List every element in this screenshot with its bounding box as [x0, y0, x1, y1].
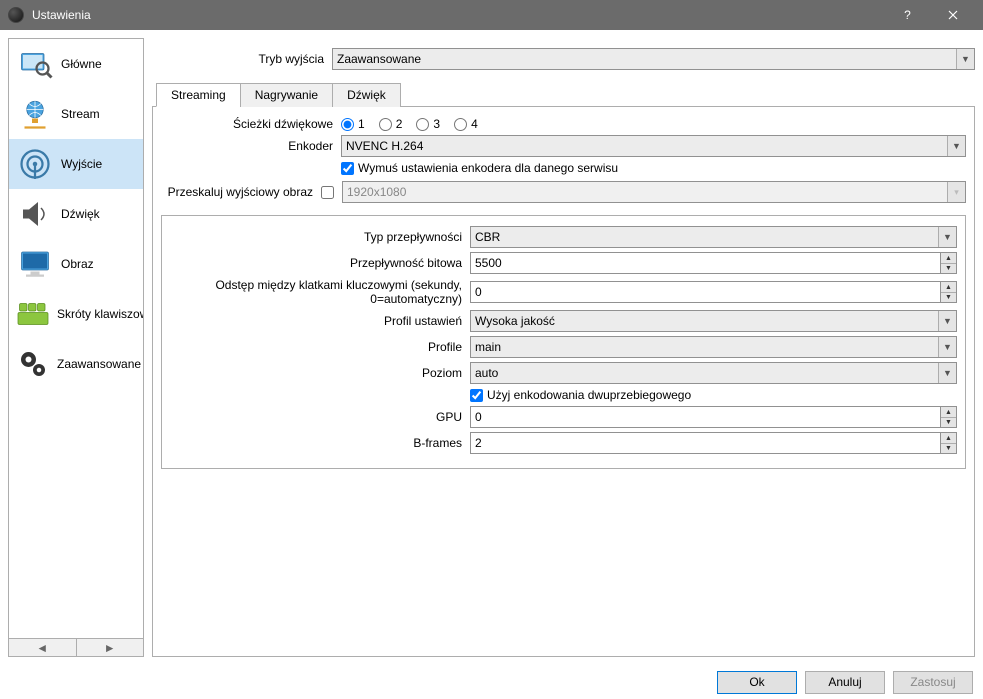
settings-sidebar: Główne Stream Wyjście Dźwięk — [8, 38, 144, 639]
twopass-label: Użyj enkodowania dwuprzebiegowego — [487, 388, 691, 402]
titlebar: Ustawienia ? — [0, 0, 983, 30]
level-label: Poziom — [170, 366, 470, 380]
chevron-down-icon[interactable]: ▼ — [956, 49, 974, 69]
apply-button[interactable]: Zastosuj — [893, 671, 973, 694]
chevron-down-icon[interactable]: ▼ — [938, 311, 956, 331]
spin-up[interactable]: ▲ — [941, 253, 956, 264]
bframes-spinbox[interactable]: ▲▼ — [470, 432, 957, 454]
encoder-label: Enkoder — [161, 139, 341, 153]
enforce-encoder-label: Wymuś ustawienia enkodera dla danego ser… — [358, 161, 618, 175]
spin-up[interactable]: ▲ — [941, 407, 956, 418]
audio-track-1[interactable]: 1 — [341, 117, 365, 131]
spin-up[interactable]: ▲ — [941, 282, 956, 293]
sidebar-item-audio[interactable]: Dźwięk — [9, 189, 143, 239]
chevron-down-icon[interactable]: ▼ — [938, 337, 956, 357]
keyint-input[interactable] — [470, 281, 941, 303]
audio-track-3[interactable]: 3 — [416, 117, 440, 131]
broadcast-icon — [15, 144, 55, 184]
bitrate-spinbox[interactable]: ▲▼ — [470, 252, 957, 274]
sidebar-item-label: Główne — [61, 57, 102, 71]
audio-tracks-group: 1 2 3 4 — [341, 117, 478, 131]
close-icon — [948, 10, 958, 20]
cancel-button[interactable]: Anuluj — [805, 671, 885, 694]
sidebar-scrollbar: ◄ ► — [8, 639, 144, 657]
output-mode-label: Tryb wyjścia — [152, 52, 332, 66]
audio-track-4[interactable]: 4 — [454, 117, 478, 131]
sidebar-item-video[interactable]: Obraz — [9, 239, 143, 289]
spin-down[interactable]: ▼ — [941, 418, 956, 428]
preset-label: Profil ustawień — [170, 314, 470, 328]
gpu-spinbox[interactable]: ▲▼ — [470, 406, 957, 428]
sidebar-item-label: Wyjście — [61, 157, 102, 171]
audio-track-2[interactable]: 2 — [379, 117, 403, 131]
rate-control-label: Typ przepływności — [170, 230, 470, 244]
tab-label: Dźwięk — [347, 88, 386, 102]
profile-label: Profile — [170, 340, 470, 354]
keyboard-icon — [15, 294, 51, 334]
rescale-resolution-select — [342, 181, 966, 203]
profile-select[interactable] — [470, 336, 957, 358]
scroll-right-button[interactable]: ► — [77, 639, 144, 656]
streaming-tab-body: Ścieżki dźwiękowe 1 2 3 4 Enkoder ▼ — [152, 107, 975, 657]
globe-network-icon — [15, 94, 55, 134]
sidebar-item-stream[interactable]: Stream — [9, 89, 143, 139]
rescale-label: Przeskaluj wyjściowy obraz — [161, 185, 321, 199]
twopass-checkbox[interactable]: Użyj enkodowania dwuprzebiegowego — [470, 388, 691, 402]
sidebar-item-label: Skróty klawiszowe — [57, 307, 143, 321]
gpu-label: GPU — [170, 410, 470, 424]
preset-select[interactable] — [470, 310, 957, 332]
app-icon — [8, 7, 24, 23]
rate-control-select[interactable] — [470, 226, 957, 248]
output-mode-select[interactable] — [332, 48, 975, 70]
audio-tracks-label: Ścieżki dźwiękowe — [161, 117, 341, 131]
chevron-down-icon: ▾ — [947, 182, 965, 202]
spin-up[interactable]: ▲ — [941, 433, 956, 444]
tab-label: Nagrywanie — [255, 88, 318, 102]
chevron-down-icon[interactable]: ▼ — [938, 227, 956, 247]
sidebar-item-general[interactable]: Główne — [9, 39, 143, 89]
sidebar-item-label: Dźwięk — [61, 207, 100, 221]
scroll-left-button[interactable]: ◄ — [9, 639, 77, 656]
tab-recording[interactable]: Nagrywanie — [240, 83, 333, 107]
gpu-input[interactable] — [470, 406, 941, 428]
encoder-settings-group: Typ przepływności ▼ Przepływność bitowa … — [161, 215, 966, 469]
chevron-down-icon[interactable]: ▼ — [938, 363, 956, 383]
sidebar-item-label: Obraz — [61, 257, 94, 271]
wrench-monitor-icon — [15, 44, 55, 84]
keyint-label: Odstęp między klatkami kluczowymi (sekun… — [170, 278, 470, 306]
spin-down[interactable]: ▼ — [941, 444, 956, 454]
keyint-spinbox[interactable]: ▲▼ — [470, 281, 957, 303]
level-select[interactable] — [470, 362, 957, 384]
tab-audio[interactable]: Dźwięk — [332, 83, 401, 107]
dialog-footer: Ok Anuluj Zastosuj — [0, 665, 983, 699]
monitor-icon — [15, 244, 55, 284]
tab-label: Streaming — [171, 88, 226, 102]
bitrate-label: Przepływność bitowa — [170, 256, 470, 270]
window-title: Ustawienia — [32, 8, 885, 22]
tab-streaming[interactable]: Streaming — [156, 83, 241, 107]
sidebar-item-output[interactable]: Wyjście — [9, 139, 143, 189]
spin-down[interactable]: ▼ — [941, 264, 956, 274]
encoder-select[interactable] — [341, 135, 966, 157]
speaker-icon — [15, 194, 55, 234]
output-tabs: Streaming Nagrywanie Dźwięk — [152, 82, 975, 107]
sidebar-item-hotkeys[interactable]: Skróty klawiszowe — [9, 289, 143, 339]
bframes-label: B-frames — [170, 436, 470, 450]
sidebar-item-label: Stream — [61, 107, 100, 121]
ok-button[interactable]: Ok — [717, 671, 797, 694]
close-button[interactable] — [930, 0, 975, 30]
bframes-input[interactable] — [470, 432, 941, 454]
bitrate-input[interactable] — [470, 252, 941, 274]
rescale-checkbox[interactable] — [321, 186, 334, 199]
gears-icon — [15, 344, 51, 384]
help-button[interactable]: ? — [885, 0, 930, 30]
spin-down[interactable]: ▼ — [941, 293, 956, 303]
sidebar-item-label: Zaawansowane — [57, 357, 141, 371]
chevron-down-icon[interactable]: ▼ — [947, 136, 965, 156]
enforce-encoder-checkbox[interactable]: Wymuś ustawienia enkodera dla danego ser… — [341, 161, 618, 175]
sidebar-item-advanced[interactable]: Zaawansowane — [9, 339, 143, 389]
